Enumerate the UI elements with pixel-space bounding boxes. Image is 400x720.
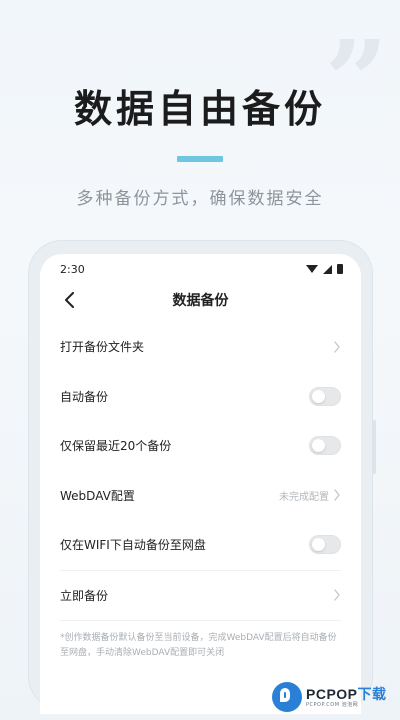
signal-icon bbox=[323, 264, 332, 274]
chevron-right-icon bbox=[333, 589, 341, 601]
promo-headline: 数据自由备份 bbox=[73, 87, 326, 131]
webdav-status: 未完成配置 bbox=[279, 491, 329, 503]
status-icons bbox=[306, 264, 343, 274]
settings-list-secondary: 立即备份 bbox=[40, 571, 361, 621]
keep-recent-row: 仅保留最近20个备份 bbox=[60, 421, 341, 471]
chevron-right-icon bbox=[333, 489, 341, 501]
watermark-brand: PCPOP下载 bbox=[306, 687, 387, 701]
backup-footnote: *创作数据备份默认备份至当前设备，完成WebDAV配置后将自动备份至网盘，手动清… bbox=[60, 633, 337, 658]
phone-side-button bbox=[372, 420, 376, 474]
keep-recent-toggle[interactable] bbox=[309, 436, 341, 456]
page-title: 数据备份 bbox=[172, 293, 229, 309]
nav-bar: 数据备份 bbox=[40, 284, 361, 316]
watermark-brand-accent: 下载 bbox=[357, 685, 387, 702]
auto-backup-toggle[interactable] bbox=[309, 386, 341, 406]
pcpop-logo-icon bbox=[272, 682, 302, 712]
status-bar: 2:30 bbox=[40, 254, 361, 284]
backup-now-label: 立即备份 bbox=[60, 588, 109, 603]
promo-subtitle: 多种备份方式，确保数据安全 bbox=[76, 189, 324, 209]
wifi-only-row: 仅在WIFI下自动备份至网盘 bbox=[60, 520, 341, 570]
auto-backup-label: 自动备份 bbox=[60, 389, 109, 404]
webdav-config-row[interactable]: WebDAV配置 未完成配置 bbox=[60, 471, 341, 521]
accent-bar bbox=[177, 156, 223, 162]
chevron-right-icon bbox=[333, 341, 341, 353]
phone-screen: 2:30 数据备份 打开备份文件夹 自动备份 仅保留最近20个备份 WebDAV… bbox=[40, 254, 361, 714]
webdav-config-right: 未完成配置 bbox=[279, 488, 341, 503]
site-watermark: PCPOP下载 PCPOP.COM 泡泡网 bbox=[272, 682, 387, 712]
battery-icon bbox=[337, 264, 343, 274]
wifi-only-toggle[interactable] bbox=[309, 535, 341, 555]
auto-backup-row: 自动备份 bbox=[60, 372, 341, 422]
keep-recent-label: 仅保留最近20个备份 bbox=[60, 439, 172, 454]
back-button[interactable] bbox=[58, 288, 82, 312]
wifi-only-label: 仅在WIFI下自动备份至网盘 bbox=[60, 538, 206, 553]
status-time: 2:30 bbox=[60, 262, 85, 276]
watermark-tagline: PCPOP.COM 泡泡网 bbox=[306, 701, 359, 708]
chevron-left-icon bbox=[65, 292, 74, 308]
wifi-icon bbox=[306, 265, 318, 273]
watermark-brand-main: PCPOP bbox=[306, 685, 358, 702]
settings-list: 打开备份文件夹 自动备份 仅保留最近20个备份 WebDAV配置 未完成配置 仅… bbox=[40, 322, 361, 570]
watermark-text: PCPOP下载 PCPOP.COM 泡泡网 bbox=[306, 687, 387, 708]
webdav-config-label: WebDAV配置 bbox=[60, 488, 135, 503]
open-backup-folder-row[interactable]: 打开备份文件夹 bbox=[60, 322, 341, 372]
backup-now-row[interactable]: 立即备份 bbox=[60, 571, 341, 621]
open-backup-folder-label: 打开备份文件夹 bbox=[60, 340, 145, 355]
